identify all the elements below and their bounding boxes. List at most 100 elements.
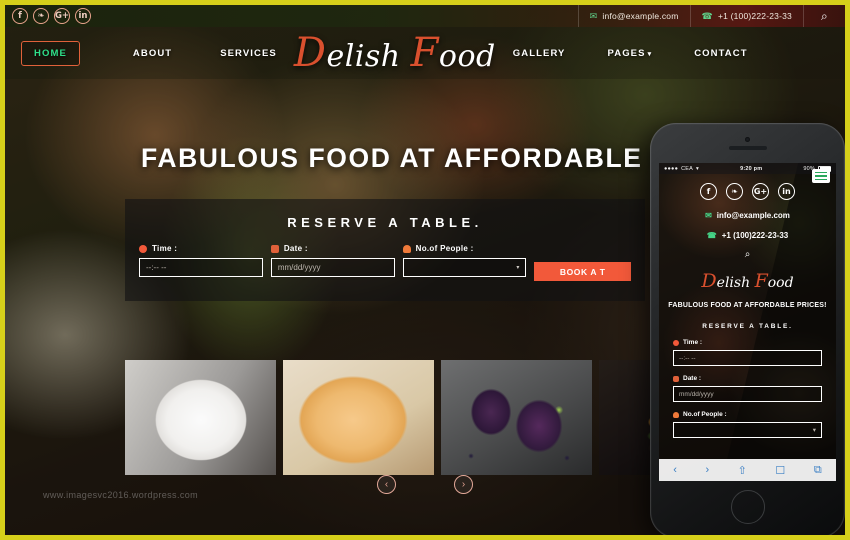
chevron-down-icon: ▾ [647,50,653,58]
phone-screen: ●●●● CEA ▾ 9:20 pm 90% f ❧ G+ in ✉ info@… [659,163,836,481]
screenshot-root: f ❧ G+ in ✉ info@example.com ☎ +1 (100)2… [0,0,850,540]
phone-home-button[interactable] [730,490,765,524]
nav-item-services[interactable]: SERVICES [211,42,286,65]
watermark-text: www.imagesvc2016.wordpress.com [43,490,199,500]
gallery-image-drinks[interactable] [441,360,592,475]
googleplus-icon[interactable]: G+ [752,183,769,200]
clock-icon [139,244,147,253]
phone-icon: ☎ [701,10,713,21]
phone-link[interactable]: ☎ +1 (100)222-23-33 [689,5,803,27]
phone-email-link[interactable]: ✉ info@example.com [659,211,836,220]
nav-pages-label: PAGES [607,47,646,59]
site-logo[interactable]: Delish Food [294,30,496,76]
reservation-fields: Time : --:-- -- Date : mm/dd/yyyy No.of … [125,244,645,281]
linkedin-icon[interactable]: in [778,183,795,200]
main-navigation: HOME ABOUT SERVICES Delish Food GALLERY … [5,27,845,79]
search-icon[interactable]: ⌕ [659,249,836,260]
phone-date-input[interactable]: mm/dd/yyyy [673,386,822,402]
phone-people-field-group: No.of People : ▾ [659,411,836,438]
phone-mockup: ●●●● CEA ▾ 9:20 pm 90% f ❧ G+ in ✉ info@… [650,123,845,535]
phone-tagline: FABULOUS FOOD AT AFFORDABLE PRICES! [668,302,827,309]
time-label: Time : [139,244,263,253]
phone-social-links: f ❧ G+ in [659,183,836,200]
chevron-down-icon: ▾ [516,265,520,271]
nav-item-about[interactable]: ABOUT [124,42,181,65]
phone-top-hardware [650,123,845,163]
phone-people-label: No.of People : [673,411,822,418]
email-text: info@example.com [602,11,679,21]
book-a-table-button[interactable]: BOOK A T [534,262,632,281]
facebook-icon[interactable]: f [700,183,717,200]
reservation-panel: RESERVE A TABLE. Time : --:-- -- Date : … [125,199,645,301]
logo-word-delish: elish [326,39,401,74]
gallery-image-salad[interactable] [125,360,276,475]
people-label: No.of People : [402,244,527,253]
phone-hamburger-menu-icon[interactable] [812,169,830,183]
people-icon [402,244,411,253]
calendar-icon [673,375,679,382]
phone-page-content: f ❧ G+ in ✉ info@example.com ☎ +1 (100)2… [659,174,836,438]
phone-signal-icon: ●●●● [664,165,679,172]
linkedin-icon[interactable]: in [75,8,91,24]
date-input[interactable]: mm/dd/yyyy [270,258,395,277]
phone-status-bar: ●●●● CEA ▾ 9:20 pm 90% [659,163,836,174]
browser-back-icon[interactable]: ‹ [673,464,677,476]
social-links: f ❧ G+ in [12,8,91,24]
phone-browser-toolbar: ‹ › ⇧ ☐ ⧉ [659,459,836,481]
gallery-image-pizza[interactable] [283,360,434,475]
logo-word-delish: elish [716,275,751,291]
carousel-next-icon[interactable]: › [454,475,473,494]
top-bar: f ❧ G+ in ✉ info@example.com ☎ +1 (100)2… [5,5,845,27]
time-input[interactable]: --:-- -- [139,258,263,277]
people-select[interactable]: ▾ [402,258,527,277]
people-field-group: No.of People : ▾ [402,244,527,281]
browser-forward-icon[interactable]: › [705,464,709,476]
browser-share-icon[interactable]: ⇧ [738,464,747,477]
logo-cap-f: F [410,30,439,76]
nav-item-gallery[interactable]: GALLERY [504,42,575,65]
twitter-icon[interactable]: ❧ [33,8,49,24]
phone-date-field-group: Date : mm/dd/yyyy [659,375,836,402]
date-label-text: Date : [283,244,308,253]
email-link[interactable]: ✉ info@example.com [577,5,690,27]
phone-date-label: Date : [673,375,822,382]
phone-time-field-group: Time : --:-- -- [659,339,836,366]
phone-site-logo[interactable]: Delish Food [659,270,836,292]
phone-reservation-heading: RESERVE A TABLE. [702,323,793,330]
hero-heading: FABULOUS FOOD AT AFFORDABLE PR [141,143,692,173]
time-field-group: Time : --:-- -- [139,244,263,281]
phone-clock: 9:20 pm [740,165,763,172]
logo-cap-f: F [754,270,768,292]
gallery-strip [125,360,729,475]
people-icon [673,411,679,418]
facebook-icon[interactable]: f [12,8,28,24]
phone-camera-icon [745,136,750,142]
nav-item-contact[interactable]: CONTACT [685,42,756,65]
twitter-icon[interactable]: ❧ [726,183,743,200]
logo-word-food: ood [767,275,794,291]
clock-icon [673,339,679,346]
wifi-icon: ▾ [696,165,699,172]
logo-cap-d: D [293,30,327,76]
googleplus-icon[interactable]: G+ [54,8,70,24]
reservation-heading: RESERVE A TABLE. [287,215,483,230]
phone-phone-link[interactable]: ☎ +1 (100)222-23-33 [659,231,836,240]
nav-item-pages[interactable]: PAGES ▾ [599,42,662,65]
browser-tabs-icon[interactable]: ⧉ [814,464,822,477]
phone-time-label: Time : [673,339,822,346]
phone-speaker [728,145,767,150]
phone-date-label-text: Date : [683,375,702,382]
search-icon[interactable]: ⌕ [803,5,845,27]
phone-email-text: info@example.com [716,211,790,220]
phone-time-input[interactable]: --:-- -- [673,350,822,366]
phone-people-select[interactable]: ▾ [673,422,822,438]
nav-item-home[interactable]: HOME [21,40,80,66]
carousel-prev-icon[interactable]: ‹ [377,475,396,494]
top-bar-contact: ✉ info@example.com ☎ +1 (100)222-23-33 ⌕ [577,5,845,27]
logo-word-food: ood [438,39,496,74]
browser-bookmarks-icon[interactable]: ☐ [775,464,785,477]
chevron-down-icon: ▾ [812,427,816,434]
people-label-text: No.of People : [415,244,474,253]
phone-carrier: CEA [681,165,694,172]
phone-icon: ☎ [706,231,717,240]
